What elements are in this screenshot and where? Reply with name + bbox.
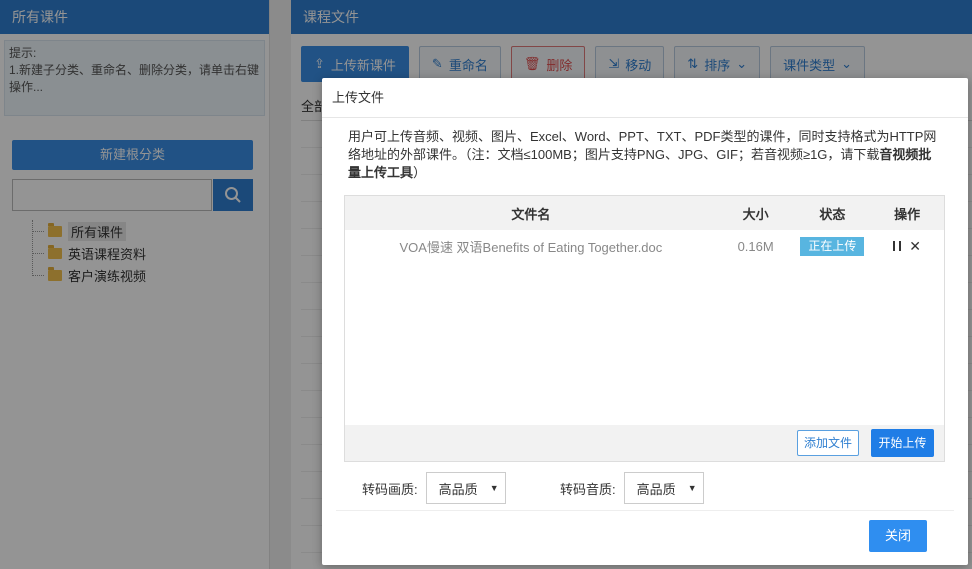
file-status: 正在上传 xyxy=(795,236,871,256)
dropdown-arrow-icon: ▼ xyxy=(489,483,499,493)
file-size: 0.16M xyxy=(737,238,774,254)
header-size: 大小 xyxy=(742,206,769,222)
pause-icon[interactable] xyxy=(893,241,902,251)
divider xyxy=(336,510,954,511)
video-quality-label: 转码画质: xyxy=(362,481,418,497)
dropdown-arrow-icon: ▼ xyxy=(687,483,697,493)
header-status: 状态 xyxy=(819,206,846,222)
close-button[interactable]: 关闭 xyxy=(869,520,927,552)
video-quality-row: 转码画质: 高品质 ▼ xyxy=(362,472,506,504)
close-icon[interactable]: ✕ xyxy=(909,239,921,253)
file-list-footer: 添加文件 开始上传 xyxy=(345,425,944,461)
desc-text: 用户可上传音频、视频、图片、Excel、Word、PPT、TXT、PDF类型的课… xyxy=(348,129,937,162)
video-quality-select[interactable]: 高品质 ▼ xyxy=(425,472,506,504)
file-list-header: 文件名 大小 状态 操作 xyxy=(345,196,944,230)
dialog-title: 上传文件 xyxy=(322,78,968,118)
file-operations: ✕ xyxy=(870,239,944,253)
header-operation: 操作 xyxy=(894,206,921,222)
dialog-description: 用户可上传音频、视频、图片、Excel、Word、PPT、TXT、PDF类型的课… xyxy=(348,128,944,182)
add-file-button[interactable]: 添加文件 xyxy=(797,430,859,456)
audio-quality-select[interactable]: 高品质 ▼ xyxy=(623,472,704,504)
audio-quality-label: 转码音质: xyxy=(560,481,616,497)
audio-quality-value: 高品质 xyxy=(636,481,676,497)
header-filename: 文件名 xyxy=(511,206,551,222)
start-upload-button[interactable]: 开始上传 xyxy=(871,429,934,457)
audio-quality-row: 转码音质: 高品质 ▼ xyxy=(560,472,704,504)
upload-file-list: 文件名 大小 状态 操作 VOA慢速 双语Benefits of Eating … xyxy=(344,195,945,462)
video-quality-value: 高品质 xyxy=(438,481,478,497)
status-badge: 正在上传 xyxy=(800,236,865,256)
desc-text-end: ） xyxy=(413,165,427,180)
file-name: VOA慢速 双语Benefits of Eating Together.doc xyxy=(399,239,663,255)
upload-file-dialog: 上传文件 用户可上传音频、视频、图片、Excel、Word、PPT、TXT、PD… xyxy=(322,78,968,565)
file-row: VOA慢速 双语Benefits of Eating Together.doc … xyxy=(345,230,944,262)
